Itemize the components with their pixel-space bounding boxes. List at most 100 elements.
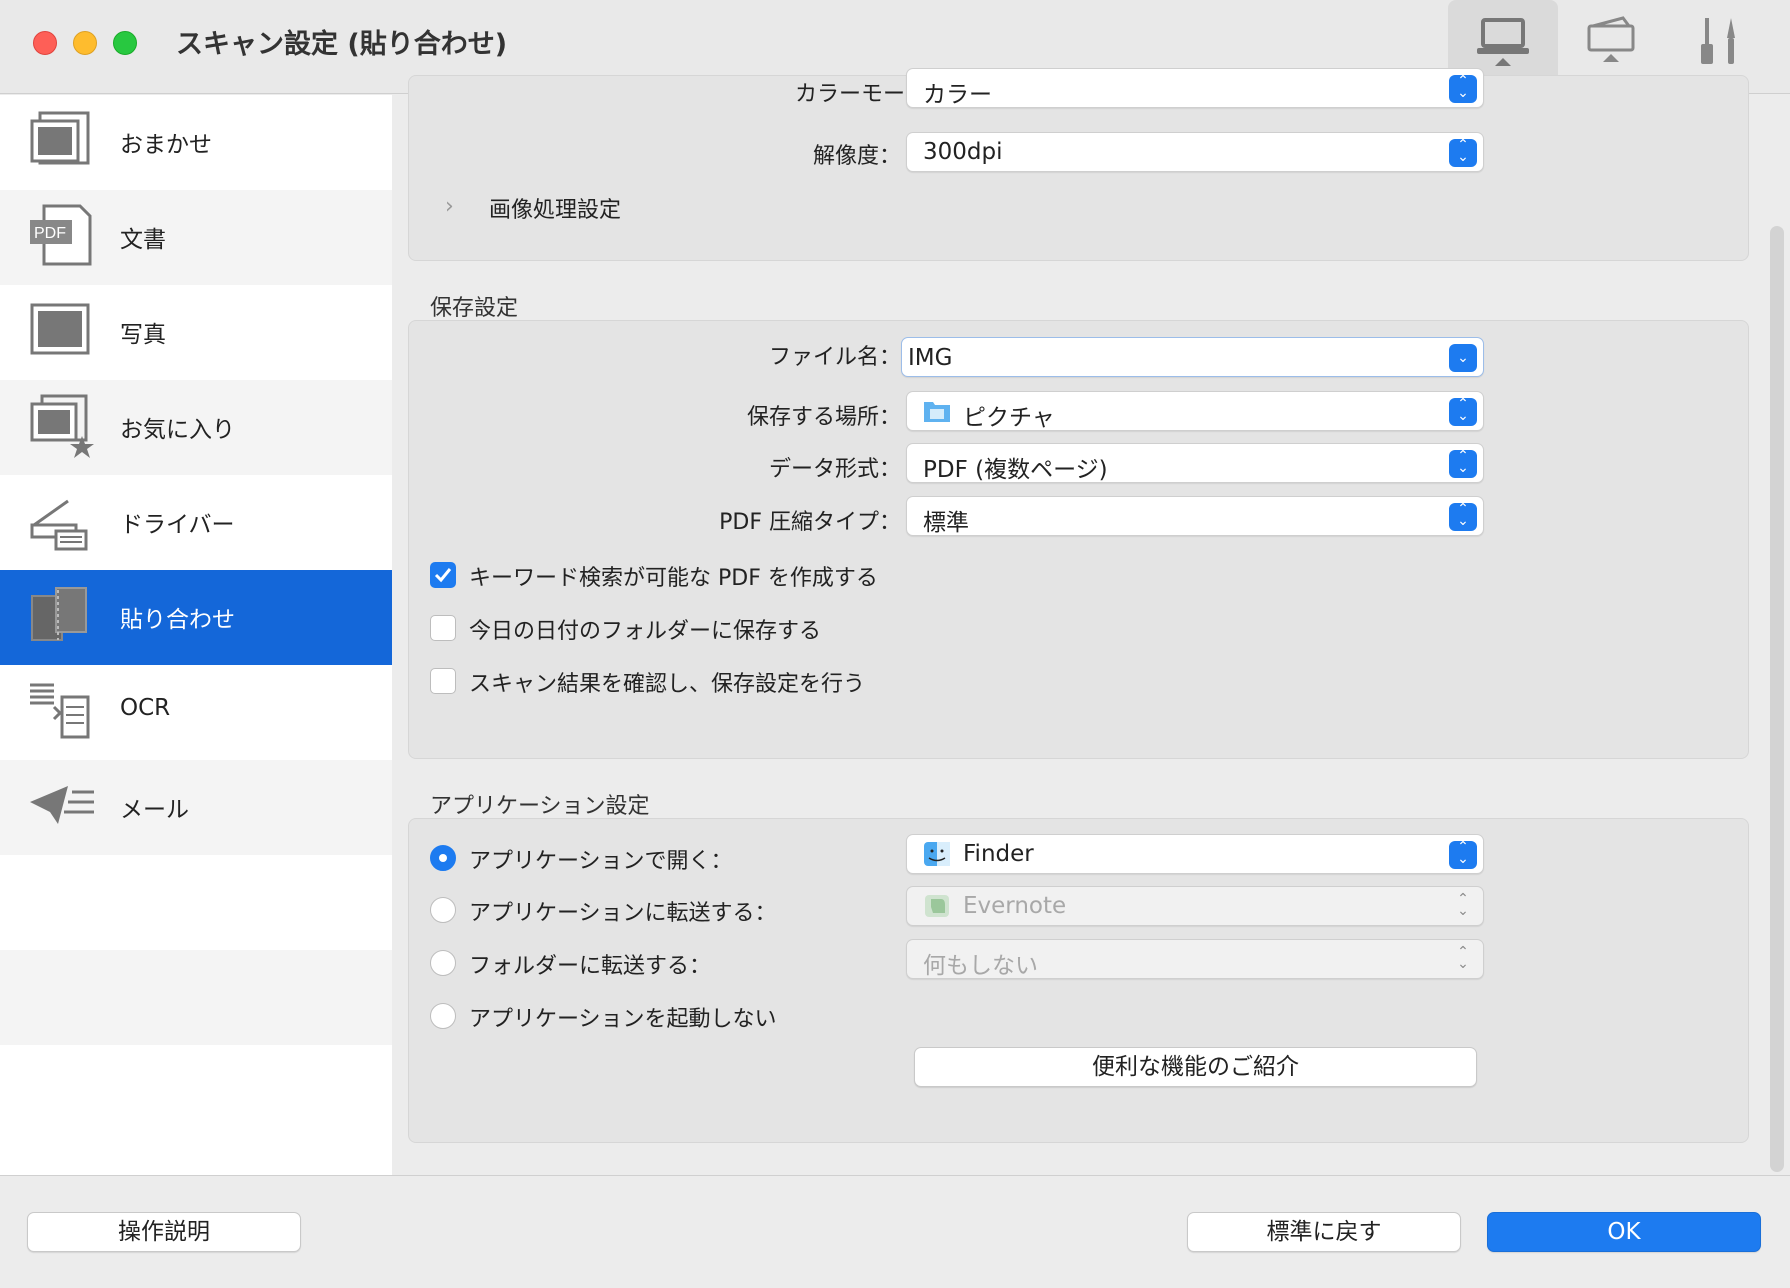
searchable-pdf-checkbox[interactable] xyxy=(430,562,456,588)
scan-from-operation-panel-tab[interactable] xyxy=(1556,0,1666,86)
image-processing-disclosure[interactable]: 画像処理設定 xyxy=(489,192,621,224)
select-stepper-icon: ⌃ ⌄ xyxy=(1457,891,1469,919)
no-app-radio[interactable] xyxy=(430,1003,456,1029)
favorite-icon xyxy=(30,394,94,458)
footer: 操作説明 標準に戻す OK xyxy=(0,1175,1790,1288)
restore-defaults-button[interactable]: 標準に戻す xyxy=(1187,1212,1461,1252)
sidebar-item-label: 貼り合わせ xyxy=(120,607,235,633)
pdf-compression-label: PDF 圧縮タイプ： xyxy=(719,510,901,535)
sidebar-empty-row xyxy=(0,950,392,1045)
disclosure-chevron-icon[interactable]: › xyxy=(445,194,454,219)
send-to-app-radio[interactable] xyxy=(430,897,456,923)
select-stepper-icon: ⌃ ⌄ xyxy=(1449,397,1477,426)
file-name-label: ファイル名： xyxy=(768,345,901,370)
save-location-value: ピクチャ xyxy=(963,405,1055,431)
photo-icon xyxy=(30,303,90,355)
date-folder-checkbox[interactable] xyxy=(430,615,456,641)
color-mode-select[interactable]: カラー ⌃ ⌄ xyxy=(906,68,1484,108)
open-app-select[interactable]: Finder ⌃ ⌄ xyxy=(906,834,1484,874)
save-location-select[interactable]: ピクチャ ⌃ ⌄ xyxy=(906,391,1484,431)
sidebar: おまかせ PDF 文書 写真 お気に入り ドライバー 貼り合わせ OCR メール xyxy=(0,95,392,1175)
sidebar-item-label: OCR xyxy=(120,695,171,721)
send-folder-select[interactable]: 何もしない ⌃ ⌄ xyxy=(906,939,1484,979)
scan-from-computer-icon xyxy=(1477,18,1529,66)
select-stepper-icon: ⌃ ⌄ xyxy=(1449,74,1477,103)
settings-content: カラーモード： カラー ⌃ ⌄ 解像度： 300dpi ⌃ ⌄ › 画像処理設定 保… xyxy=(393,68,1790,1175)
resolution-label: 解像度： xyxy=(812,144,901,169)
select-stepper-icon: ⌃ ⌄ xyxy=(1449,502,1477,531)
sidebar-empty-row xyxy=(0,1045,392,1140)
resolution-select[interactable]: 300dpi ⌃ ⌄ xyxy=(906,132,1484,172)
date-folder-label: 今日の日付のフォルダーに保存する xyxy=(469,619,822,644)
confirm-results-checkbox[interactable] xyxy=(430,668,456,694)
minimize-window-button[interactable] xyxy=(73,31,97,55)
send-app-value: Evernote xyxy=(963,893,1067,919)
sidebar-item-stitch[interactable]: 貼り合わせ xyxy=(0,570,392,665)
sidebar-item-document[interactable]: PDF 文書 xyxy=(0,190,392,285)
open-with-app-label: アプリケーションで開く： xyxy=(469,849,733,874)
confirm-results-label: スキャン結果を確認し、保存設定を行う xyxy=(469,672,866,697)
send-app-select[interactable]: Evernote ⌃ ⌄ xyxy=(906,886,1484,926)
pdf-compression-select[interactable]: 標準 ⌃ ⌄ xyxy=(906,496,1484,536)
sidebar-item-auto[interactable]: おまかせ xyxy=(0,95,392,190)
send-to-app-label: アプリケーションに転送する： xyxy=(469,901,777,926)
app-settings-title: アプリケーション設定 xyxy=(430,794,650,819)
sidebar-item-favorite[interactable]: お気に入り xyxy=(0,380,392,475)
sidebar-item-label: お気に入り xyxy=(120,417,235,443)
stitch-icon xyxy=(31,587,87,641)
open-with-app-radio[interactable] xyxy=(430,845,456,871)
resolution-value: 300dpi xyxy=(923,139,1003,165)
ok-button[interactable]: OK xyxy=(1487,1212,1761,1252)
data-format-label: データ形式： xyxy=(768,457,901,482)
data-format-select[interactable]: PDF (複数ページ) ⌃ ⌄ xyxy=(906,443,1484,483)
ocr-icon xyxy=(30,683,90,739)
scan-settings-panel: カラーモード： カラー ⌃ ⌄ 解像度： 300dpi ⌃ ⌄ › 画像処理設定 xyxy=(408,68,1749,261)
send-to-folder-label: フォルダーに転送する： xyxy=(469,954,712,979)
sidebar-empty-row xyxy=(0,855,392,950)
zoom-window-button[interactable] xyxy=(113,31,137,55)
select-stepper-icon: ⌃ ⌄ xyxy=(1449,449,1477,478)
app-settings-panel: アプリケーションで開く： Finder ⌃ ⌄ アプリケーションに転送する： Ev… xyxy=(408,818,1749,1143)
general-settings-tab[interactable] xyxy=(1666,0,1776,86)
close-window-button[interactable] xyxy=(33,31,57,55)
sidebar-item-label: 文書 xyxy=(120,227,166,253)
svg-text:PDF: PDF xyxy=(34,225,66,242)
select-stepper-icon: ⌃ ⌄ xyxy=(1457,944,1469,972)
dropdown-chevron-icon: ⌄ xyxy=(1449,344,1477,372)
color-mode-value: カラー xyxy=(923,82,992,108)
select-stepper-icon: ⌃ ⌄ xyxy=(1449,840,1477,869)
searchable-pdf-label: キーワード検索が可能な PDF を作成する xyxy=(469,566,878,591)
data-format-value: PDF (複数ページ) xyxy=(923,457,1108,483)
file-name-value: IMG xyxy=(908,345,953,371)
pdf-compression-value: 標準 xyxy=(923,510,969,536)
pdf-document-icon: PDF xyxy=(30,204,92,266)
color-mode-label: カラーモード： xyxy=(794,82,949,107)
finder-icon xyxy=(924,842,950,866)
instructions-button[interactable]: 操作説明 xyxy=(27,1212,301,1252)
file-name-field[interactable]: IMG ⌄ xyxy=(901,337,1484,377)
general-settings-icon xyxy=(1701,18,1735,64)
mail-icon xyxy=(30,786,94,824)
checkmark-icon xyxy=(434,568,452,583)
save-location-label: 保存する場所： xyxy=(746,405,901,430)
sidebar-item-label: 写真 xyxy=(120,322,166,348)
no-app-label: アプリケーションを起動しない xyxy=(469,1007,777,1032)
pictures-folder-icon xyxy=(924,402,950,422)
sidebar-item-driver[interactable]: ドライバー xyxy=(0,475,392,570)
sidebar-item-ocr[interactable]: OCR xyxy=(0,665,392,760)
sidebar-item-mail[interactable]: メール xyxy=(0,760,392,855)
sidebar-item-label: メール xyxy=(120,797,189,823)
evernote-icon xyxy=(925,895,949,917)
vertical-scrollbar[interactable] xyxy=(1770,226,1784,1172)
send-folder-value: 何もしない xyxy=(923,953,1038,979)
sidebar-item-photo[interactable]: 写真 xyxy=(0,285,392,380)
send-to-folder-radio[interactable] xyxy=(430,950,456,976)
window-title: スキャン設定 (貼り合わせ) xyxy=(176,29,508,60)
auto-scan-icon xyxy=(30,111,90,165)
save-settings-panel: ファイル名： IMG ⌄ 保存する場所： ピクチャ ⌃ ⌄ データ形式： PDF … xyxy=(408,320,1749,759)
sidebar-item-label: おまかせ xyxy=(120,132,212,158)
scanner-driver-icon xyxy=(30,499,88,551)
features-intro-button[interactable]: 便利な機能のご紹介 xyxy=(914,1047,1477,1087)
open-app-value: Finder xyxy=(963,841,1034,867)
select-stepper-icon: ⌃ ⌄ xyxy=(1449,138,1477,167)
